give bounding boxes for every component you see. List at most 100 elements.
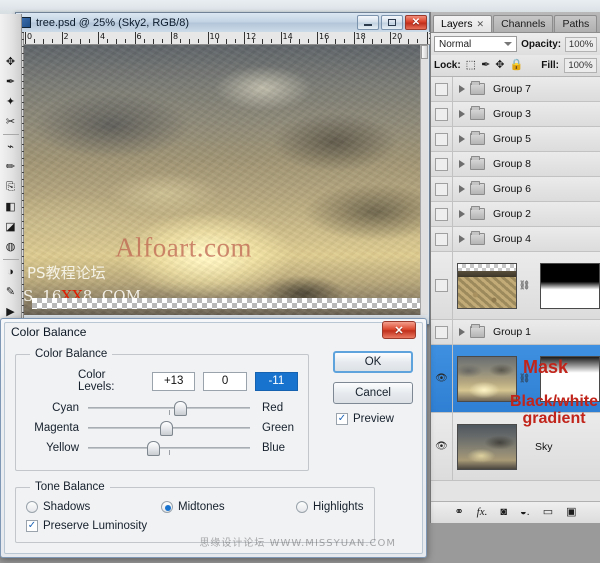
all-lock-icon[interactable]: 🔒	[510, 60, 524, 71]
link-layers-icon[interactable]: ⚭	[454, 507, 463, 518]
window-controls[interactable]: ✕	[357, 15, 427, 30]
slider-handle[interactable]	[147, 441, 160, 456]
expand-triangle-icon[interactable]	[459, 160, 465, 168]
position-lock-icon[interactable]: ✥	[495, 60, 504, 71]
ok-button[interactable]: OK	[333, 351, 413, 373]
mask-link-icon[interactable]: ⛓	[520, 278, 529, 294]
layer-row[interactable]: Group 2	[431, 202, 600, 227]
layer-row[interactable]: Group 7	[431, 77, 600, 102]
tab-paths[interactable]: Paths	[554, 15, 597, 32]
new-layer-icon[interactable]: ▣	[566, 507, 576, 518]
transparency-lock-icon[interactable]: ⬚	[466, 60, 476, 71]
clone-stamp-icon[interactable]: ⎘	[1, 177, 21, 197]
slider-handle[interactable]	[160, 421, 173, 436]
new-group-icon[interactable]: ▭	[543, 507, 553, 518]
layer-thumbnail[interactable]	[457, 424, 517, 470]
slider-track[interactable]	[88, 440, 250, 456]
expand-triangle-icon[interactable]	[459, 135, 465, 143]
fill-input[interactable]: 100%	[564, 58, 597, 73]
layer-row[interactable]: Group 6	[431, 177, 600, 202]
eraser-tool-icon[interactable]: ◧	[1, 197, 21, 217]
magic-wand-icon[interactable]: ✦	[1, 92, 21, 112]
expand-triangle-icon[interactable]	[459, 328, 465, 336]
add-mask-icon[interactable]: ◙	[500, 507, 507, 518]
layers-palette-footer[interactable]: ⚭ fx. ◙ ◒. ▭ ▣	[431, 501, 600, 523]
preserve-luminosity-row[interactable]: ✓ Preserve Luminosity	[26, 520, 364, 532]
layer-row[interactable]: Group 8	[431, 152, 600, 177]
canvas-vertical-scrollbar[interactable]	[420, 45, 428, 315]
color-slider-row[interactable]: YellowBlue	[26, 440, 298, 456]
expand-triangle-icon[interactable]	[459, 85, 465, 93]
adjustment-layer-icon[interactable]: ◒.	[520, 507, 530, 518]
layer-visibility-toggle[interactable]: 👁	[431, 413, 453, 480]
color-level-input-2[interactable]: 0	[203, 372, 246, 391]
layer-row[interactable]: 👁⛓	[431, 345, 600, 413]
brush-tool-icon[interactable]: ✏	[1, 157, 21, 177]
color-slider-row[interactable]: CyanRed	[26, 400, 298, 416]
move-tool-icon[interactable]: ✥	[1, 52, 21, 72]
blend-mode-select[interactable]: Normal	[434, 36, 517, 52]
minimize-button[interactable]	[357, 15, 379, 30]
tab-layers[interactable]: Layers✕	[433, 15, 492, 32]
slider-track[interactable]	[88, 420, 250, 436]
layer-visibility-toggle[interactable]	[431, 227, 453, 251]
layer-visibility-toggle[interactable]	[431, 77, 453, 101]
expand-triangle-icon[interactable]	[459, 110, 465, 118]
layer-thumbnail[interactable]	[457, 356, 517, 402]
image-lock-icon[interactable]: ✒	[481, 60, 490, 71]
layer-row[interactable]: Group 3	[431, 102, 600, 127]
color-level-input-1[interactable]: +13	[152, 372, 195, 391]
tone-option-midtones[interactable]: Midtones	[161, 501, 296, 513]
mask-link-icon[interactable]: ⛓	[520, 371, 529, 387]
document-canvas[interactable]: Alfoart.com PS教程论坛 BS. 16XX8. COM	[24, 45, 423, 315]
slider-track[interactable]	[88, 400, 250, 416]
color-slider-row[interactable]: MagentaGreen	[26, 420, 298, 436]
expand-triangle-icon[interactable]	[459, 185, 465, 193]
pen-tool-icon[interactable]: ✎	[1, 282, 21, 302]
gradient-tool-icon[interactable]: ◪	[1, 217, 21, 237]
preview-row[interactable]: ✓ Preview	[333, 413, 413, 425]
layer-row[interactable]: 👁Sky	[431, 413, 600, 481]
healing-brush-icon[interactable]: ⌁	[1, 137, 21, 157]
slider-handle[interactable]	[174, 401, 187, 416]
layer-visibility-toggle[interactable]	[431, 320, 453, 344]
layer-list[interactable]: Group 7Group 3Group 5Group 8Group 6Group…	[431, 77, 600, 501]
expand-triangle-icon[interactable]	[459, 210, 465, 218]
tone-options[interactable]: ShadowsMidtonesHighlights	[26, 501, 364, 513]
layer-thumbnail[interactable]	[457, 263, 517, 309]
color-level-input-3[interactable]: -11	[255, 372, 298, 391]
document-title-bar[interactable]: tree.psd @ 25% (Sky2, RGB/8) ✕	[16, 13, 429, 32]
crop-tool-icon[interactable]: ✂	[1, 112, 21, 132]
layer-visibility-toggle[interactable]	[431, 152, 453, 176]
layer-row[interactable]: Group 5	[431, 127, 600, 152]
layer-row[interactable]: Group 1	[431, 320, 600, 345]
radio-button[interactable]	[161, 501, 173, 513]
dialog-title-bar[interactable]: Color Balance ✕	[1, 319, 426, 344]
cancel-button[interactable]: Cancel	[333, 382, 413, 404]
dodge-tool-icon[interactable]: ◑	[1, 262, 21, 282]
layer-visibility-toggle[interactable]	[431, 102, 453, 126]
layer-visibility-toggle[interactable]	[431, 252, 453, 319]
close-button[interactable]: ✕	[405, 15, 427, 30]
radio-button[interactable]	[296, 501, 308, 513]
lasso-tool-icon[interactable]: ✒	[1, 72, 21, 92]
layer-visibility-toggle[interactable]	[431, 127, 453, 151]
close-icon[interactable]: ✕	[477, 19, 485, 30]
layer-row[interactable]: ⛓	[431, 252, 600, 320]
layer-visibility-toggle[interactable]: 👁	[431, 345, 453, 412]
blur-tool-icon[interactable]: ◍	[1, 237, 21, 257]
dialog-close-button[interactable]: ✕	[382, 321, 416, 339]
expand-triangle-icon[interactable]	[459, 235, 465, 243]
layer-mask-thumbnail[interactable]	[540, 356, 600, 402]
layer-visibility-toggle[interactable]	[431, 177, 453, 201]
tab-channels[interactable]: Channels	[493, 15, 553, 32]
tone-option-highlights[interactable]: Highlights	[296, 501, 364, 513]
layer-style-icon[interactable]: fx.	[477, 507, 488, 518]
tone-option-shadows[interactable]: Shadows	[26, 501, 161, 513]
layer-visibility-toggle[interactable]	[431, 202, 453, 226]
layer-row[interactable]: Group 4	[431, 227, 600, 252]
layer-mask-thumbnail[interactable]	[540, 263, 600, 309]
preview-checkbox[interactable]: ✓	[336, 413, 348, 425]
maximize-button[interactable]	[381, 15, 403, 30]
scrollbar-thumb[interactable]	[421, 45, 428, 59]
